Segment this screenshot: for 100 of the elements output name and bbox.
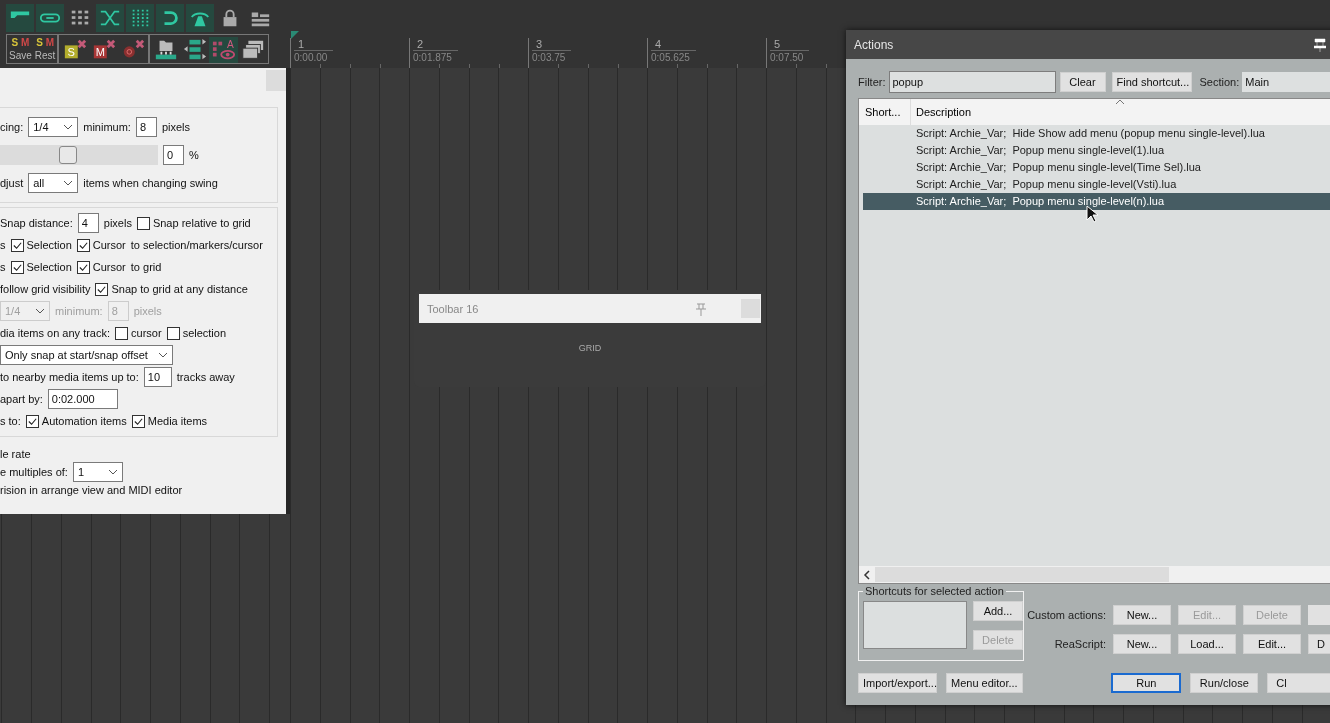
dialog-button[interactable]: Run/close [1190, 673, 1259, 693]
snapshot-button[interactable]: S M Save [9, 36, 32, 62]
grid-lines-icon[interactable] [126, 4, 154, 32]
action-button[interactable]: Load... [1178, 634, 1236, 654]
row-label: ReaScript: [1053, 638, 1106, 650]
action-row[interactable]: Script: Archie_Var; Popup menu single-level(Time Sel).lua [863, 159, 1330, 176]
action-button[interactable]: New... [1113, 634, 1171, 654]
setting-label: dia items on any track: [0, 327, 111, 339]
grid-button[interactable]: GRID [574, 343, 606, 353]
setting-label: djust [0, 177, 24, 189]
road-icon[interactable] [186, 4, 214, 32]
window-title: Toolbar 16 [427, 302, 480, 315]
setting-label: e multiples of: [0, 466, 68, 478]
dialog-button[interactable]: Run [1111, 673, 1182, 693]
checkbox[interactable]: Cursor [76, 238, 126, 252]
setting-label: minimum: [55, 305, 103, 317]
checkbox[interactable]: Media items [131, 414, 208, 428]
chevron-down-icon [157, 352, 168, 358]
setting-label: s [0, 239, 6, 251]
number-field[interactable]: 0 [163, 145, 184, 165]
action-row[interactable]: Script: Archie_Var; Popup menu single-level(Vsti).lua [863, 176, 1330, 193]
action-button[interactable]: New... [1113, 605, 1171, 625]
number-field[interactable]: 4 [77, 213, 99, 233]
bar-number: 3 [535, 38, 543, 50]
checkbox[interactable]: Snap to grid at any distance [95, 282, 248, 296]
magnet-icon[interactable] [156, 4, 184, 32]
setting-label: pixels [161, 121, 191, 133]
dropdown[interactable]: all [28, 173, 79, 193]
number-field[interactable]: 0:02.000 [47, 389, 118, 409]
horizontal-scrollbar[interactable] [859, 566, 1330, 583]
bar-time: 0:00.00 [294, 50, 334, 65]
setting-label: pixels [103, 217, 132, 229]
number-field[interactable]: 10 [143, 367, 172, 387]
pin-icon[interactable] [1314, 37, 1326, 52]
bar-number: 2 [416, 38, 424, 50]
chevron-down-icon [63, 124, 74, 130]
dialog-button[interactable]: Cl [1267, 673, 1330, 693]
dialog-button[interactable]: Import/export... [858, 673, 937, 693]
checkbox[interactable]: selection [166, 326, 227, 340]
action-button[interactable]: Edit... [1243, 634, 1301, 654]
dialog-button[interactable]: Menu editor... [946, 673, 1023, 693]
setting-label: items when changing swing [83, 177, 218, 189]
group-title: Shortcuts for selected action [863, 585, 1006, 597]
shortcut-button[interactable]: Add... [973, 601, 1023, 621]
chevron-down-icon [107, 469, 118, 475]
setting-label: tracks away [176, 371, 235, 383]
scroll-left-icon[interactable] [863, 569, 871, 580]
filter-field[interactable]: popup [888, 71, 1056, 93]
toolbar-button[interactable]: Clear [1059, 72, 1106, 92]
action-row[interactable]: Script: Archie_Var; Popup menu single-level(n).lua [863, 193, 1330, 210]
dropdown[interactable]: 1 [72, 462, 123, 482]
setting-label: pixels [133, 305, 162, 317]
toolbar-button[interactable]: Find shortcut... [1111, 72, 1192, 92]
checkbox[interactable]: Snap relative to grid [136, 216, 251, 230]
checkbox[interactable]: Automation items [25, 414, 127, 428]
setting-label: % [189, 149, 199, 161]
bar-icon[interactable] [6, 4, 34, 32]
chevron-down-icon [63, 180, 74, 186]
bar-number: 4 [654, 38, 662, 50]
section-label: Section: [1199, 76, 1240, 88]
action-row[interactable]: Script: Archie_Var; Hide Show add menu (popup menu single-level).lua [863, 125, 1330, 142]
column-header[interactable]: Description [911, 106, 972, 118]
scrollbar-thumb[interactable] [875, 567, 1169, 582]
setting-label: apart by: [0, 393, 43, 405]
bar-time: 0:05.625 [651, 50, 696, 65]
checkbox[interactable]: Selection [10, 238, 72, 252]
bar-number: 1 [297, 38, 305, 50]
action-row[interactable]: Script: Archie_Var; Popup menu single-level(1).lua [863, 142, 1330, 159]
setting-label: le rate [0, 448, 31, 460]
bar-time: 0:07.50 [770, 50, 810, 65]
setting-label: s [0, 261, 6, 273]
row-label: Custom actions: [1026, 609, 1106, 621]
dropdown[interactable]: Only snap at start/snap offset [0, 345, 173, 365]
section-dropdown[interactable]: Main [1242, 72, 1330, 92]
setting-label: cing: [0, 121, 24, 133]
window-title: Actions [854, 37, 894, 52]
checkbox[interactable]: Cursor [76, 260, 126, 274]
checkbox[interactable]: Selection [10, 260, 72, 274]
setting-label: follow grid visibility [0, 283, 91, 295]
action-button[interactable]: D [1308, 634, 1330, 654]
snapshot-button[interactable]: S M Rest [34, 36, 56, 62]
setting-label: to selection/markers/cursor [130, 239, 263, 251]
bar-number: 5 [773, 38, 781, 50]
setting-label: minimum: [83, 121, 131, 133]
setting-label: s to: [0, 415, 21, 427]
mouse-pointer-icon [1086, 205, 1098, 223]
filter-label: Filter: [858, 76, 886, 88]
checkbox[interactable]: cursor [115, 326, 162, 340]
column-header[interactable]: Short... [859, 99, 911, 125]
setting-label: to grid [130, 261, 162, 273]
swing-slider[interactable] [0, 145, 158, 165]
bar-time: 0:03.75 [532, 50, 572, 65]
slider-thumb[interactable] [58, 146, 77, 164]
crossfade-icon[interactable] [96, 4, 124, 32]
dropdown[interactable]: 1/4 [28, 117, 79, 137]
setting-label: Snap distance: [0, 217, 73, 229]
shortcuts-list[interactable] [863, 601, 967, 649]
link-icon[interactable] [36, 4, 64, 32]
setting-label: rision in arrange view and MIDI editor [0, 484, 183, 496]
number-field[interactable]: 8 [135, 117, 157, 137]
